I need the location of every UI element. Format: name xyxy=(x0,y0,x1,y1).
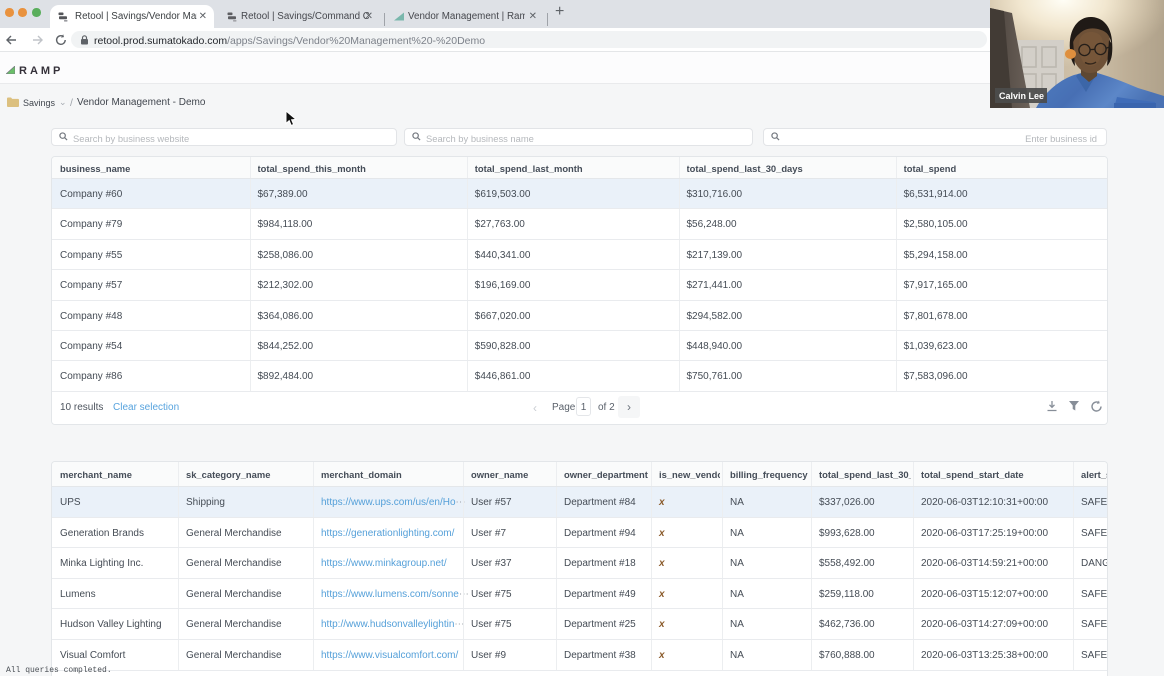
svg-text:Calvin Lee: Calvin Lee xyxy=(999,91,1044,101)
